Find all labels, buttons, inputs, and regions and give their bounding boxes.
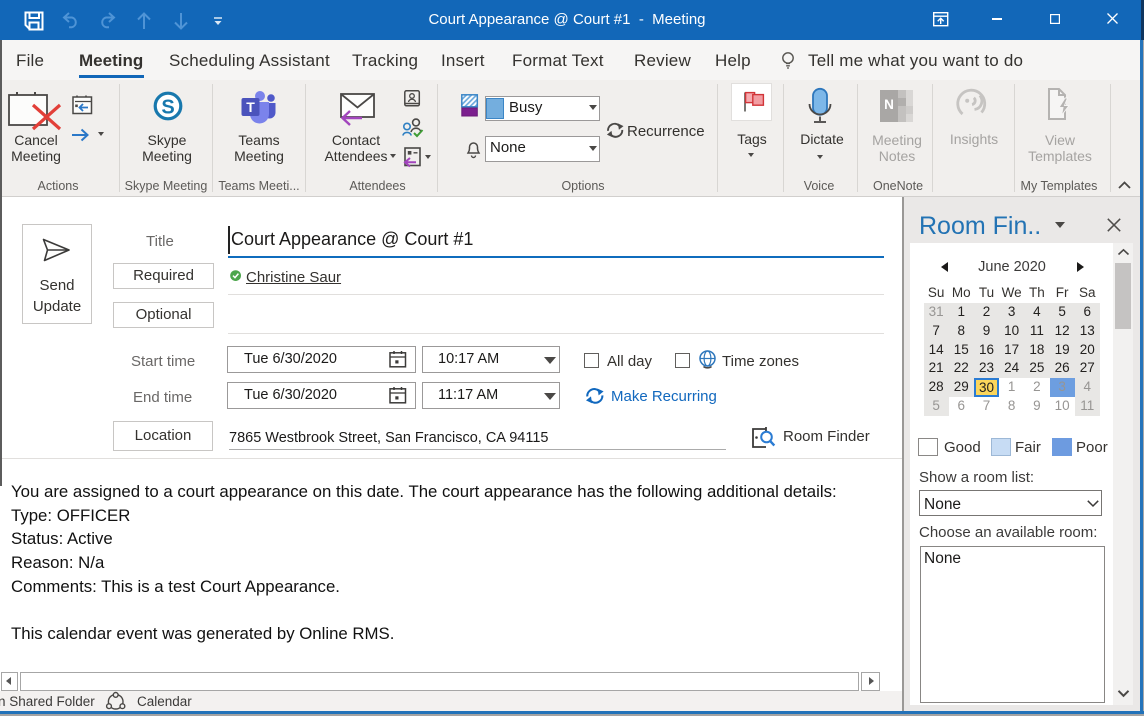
svg-text:T: T (246, 99, 255, 115)
svg-text:S: S (161, 97, 174, 119)
svg-text:N: N (884, 97, 894, 112)
